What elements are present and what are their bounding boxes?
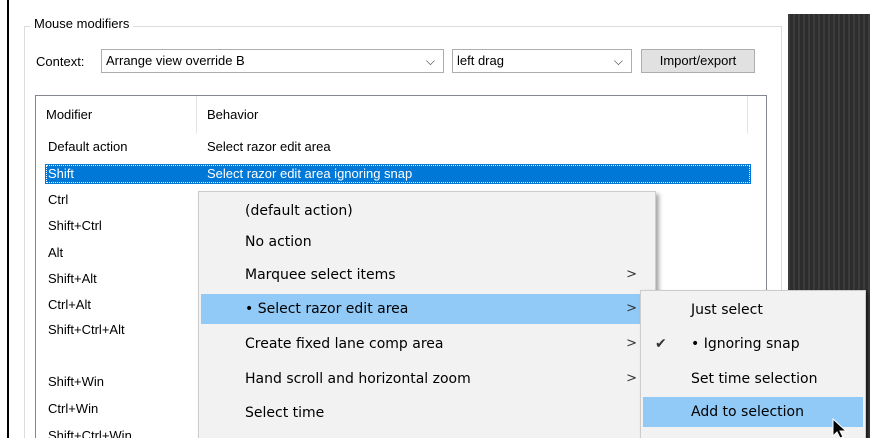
menu-item-no-action[interactable]: No action [201,227,653,257]
modifier-cell: Default action [48,139,128,154]
menu-item-label: • Ignoring snap [691,336,800,352]
behavior-context-menu: (default action) No action Marquee selec… [198,191,656,438]
group-title: Mouse modifiers [30,16,134,31]
action-value: left drag [457,53,504,68]
import-export-button[interactable]: Import/export [641,49,755,73]
mouse-pointer-icon [832,418,848,438]
razor-edit-submenu: Just select ✔ • Ignoring snap Set time s… [640,290,866,438]
menu-item-label: (default action) [245,203,353,219]
table-row-selected[interactable]: Shift Select razor edit area ignoring sn… [45,164,751,184]
submenu-arrow-icon: > [626,267,637,282]
behavior-cell: Select razor edit area ignoring snap [207,166,413,181]
modifier-cell: Alt [48,245,64,260]
window-border [7,0,9,438]
modifier-cell: Ctrl+Alt [48,297,91,312]
checkmark-icon: ✔ [655,336,667,352]
menu-item-label: No action [245,234,312,250]
modifier-cell: Shift+Ctrl+Alt [48,322,125,337]
modifier-cell: Ctrl [48,192,69,207]
modifier-cell: Shift+Alt [48,271,97,286]
menu-item-label: Create fixed lane comp area [245,336,444,352]
menu-item-select-time[interactable]: Select time [201,398,653,428]
action-dropdown[interactable]: left drag ⌵ [452,49,632,73]
chevron-down-icon: ⌵ [425,54,435,68]
menu-item-marquee-select[interactable]: Marquee select items > [201,260,653,290]
submenu-item-add-to-selection[interactable]: Add to selection [643,397,863,427]
menu-item-select-razor-edit-area[interactable]: • Select razor edit area > [201,294,653,324]
context-dropdown[interactable]: Arrange view override B ⌵ [101,49,444,73]
modifier-cell: Shift+Ctrl+Win [48,428,132,438]
submenu-item-ignoring-snap[interactable]: ✔ • Ignoring snap [643,329,863,359]
menu-item-label: Marquee select items [245,267,396,283]
behavior-cell: Select razor edit area [207,139,331,154]
modifier-cell: Ctrl+Win [48,401,99,416]
column-header-behavior[interactable]: Behavior [197,96,747,134]
context-label: Context: [36,54,85,69]
menu-item-label: Select time [245,405,325,421]
menu-item-default-action[interactable]: (default action) [201,196,653,226]
menu-item-create-fixed-lane-comp[interactable]: Create fixed lane comp area > [201,329,653,359]
context-value: Arrange view override B [106,53,245,68]
column-divider[interactable] [747,96,748,134]
menu-item-label: Just select [691,302,763,318]
modifier-cell: Shift [48,166,75,181]
menu-item-label: • Select razor edit area [245,301,409,317]
menu-item-label: Add to selection [691,404,804,420]
submenu-arrow-icon: > [626,336,637,351]
modifier-cell: Shift+Win [48,374,104,389]
menu-item-hand-scroll[interactable]: Hand scroll and horizontal zoom > [201,364,653,394]
mouse-modifiers-window: Mouse modifiers Context: Arrange view ov… [0,0,870,438]
submenu-arrow-icon: > [626,301,637,316]
submenu-item-just-select[interactable]: Just select [643,295,863,325]
modifier-cell: Shift+Ctrl [48,218,102,233]
submenu-item-set-time-selection[interactable]: Set time selection [643,364,863,394]
menu-item-label: Hand scroll and horizontal zoom [245,371,471,387]
chevron-down-icon: ⌵ [613,54,623,68]
menu-item-label: Set time selection [691,371,818,387]
submenu-arrow-icon: > [626,371,637,386]
column-header-modifier[interactable]: Modifier [36,96,196,134]
